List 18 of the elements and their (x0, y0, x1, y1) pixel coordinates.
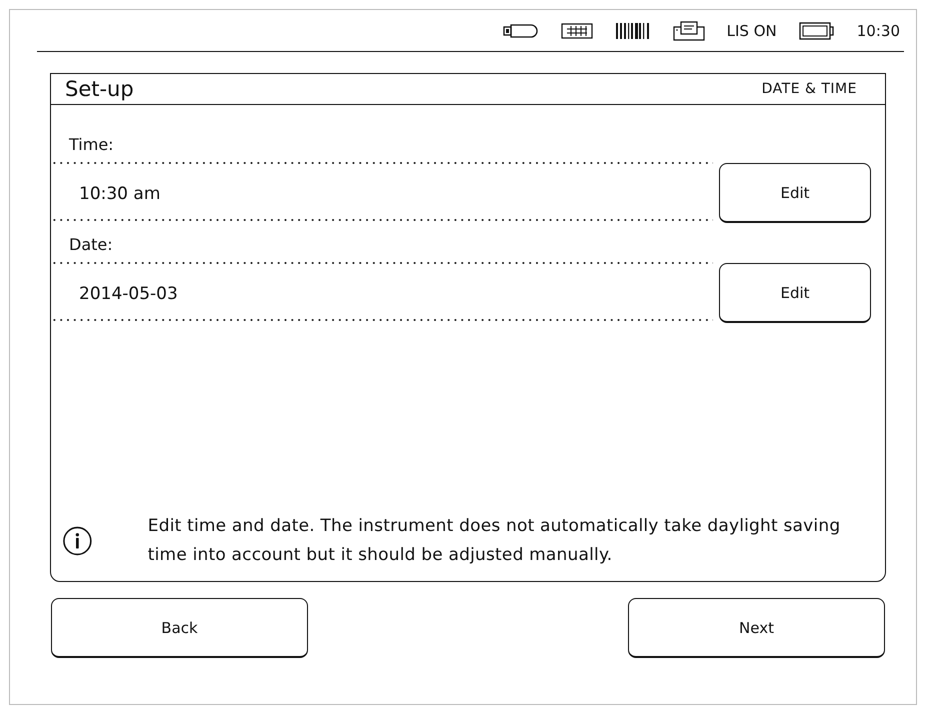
battery-icon (798, 22, 835, 40)
field-label: Time: (69, 135, 115, 154)
keyboard-icon (560, 22, 593, 38)
edit-button[interactable]: Edit (719, 263, 871, 323)
barcode-icon (614, 22, 651, 40)
panel-title: Set-up (65, 77, 134, 101)
clock-time: 10:30 (856, 22, 900, 40)
usb-drive-icon (502, 22, 539, 38)
lis-status: LIS ON (726, 22, 777, 40)
edit-button[interactable]: Edit (719, 163, 871, 223)
section-title: DATE & TIME (762, 81, 857, 97)
field-label: Date: (69, 235, 114, 254)
field-value: 10:30 am (79, 184, 162, 204)
printer-icon (672, 20, 705, 40)
nav-button[interactable]: Next (628, 598, 885, 658)
nav-button[interactable]: Back (51, 598, 308, 658)
field-value: 2014-05-03 (79, 284, 179, 304)
info-message: Edit time and date. The instrument does not automatically take daylight saving time into account but it should be adjusted manually. (148, 515, 842, 567)
